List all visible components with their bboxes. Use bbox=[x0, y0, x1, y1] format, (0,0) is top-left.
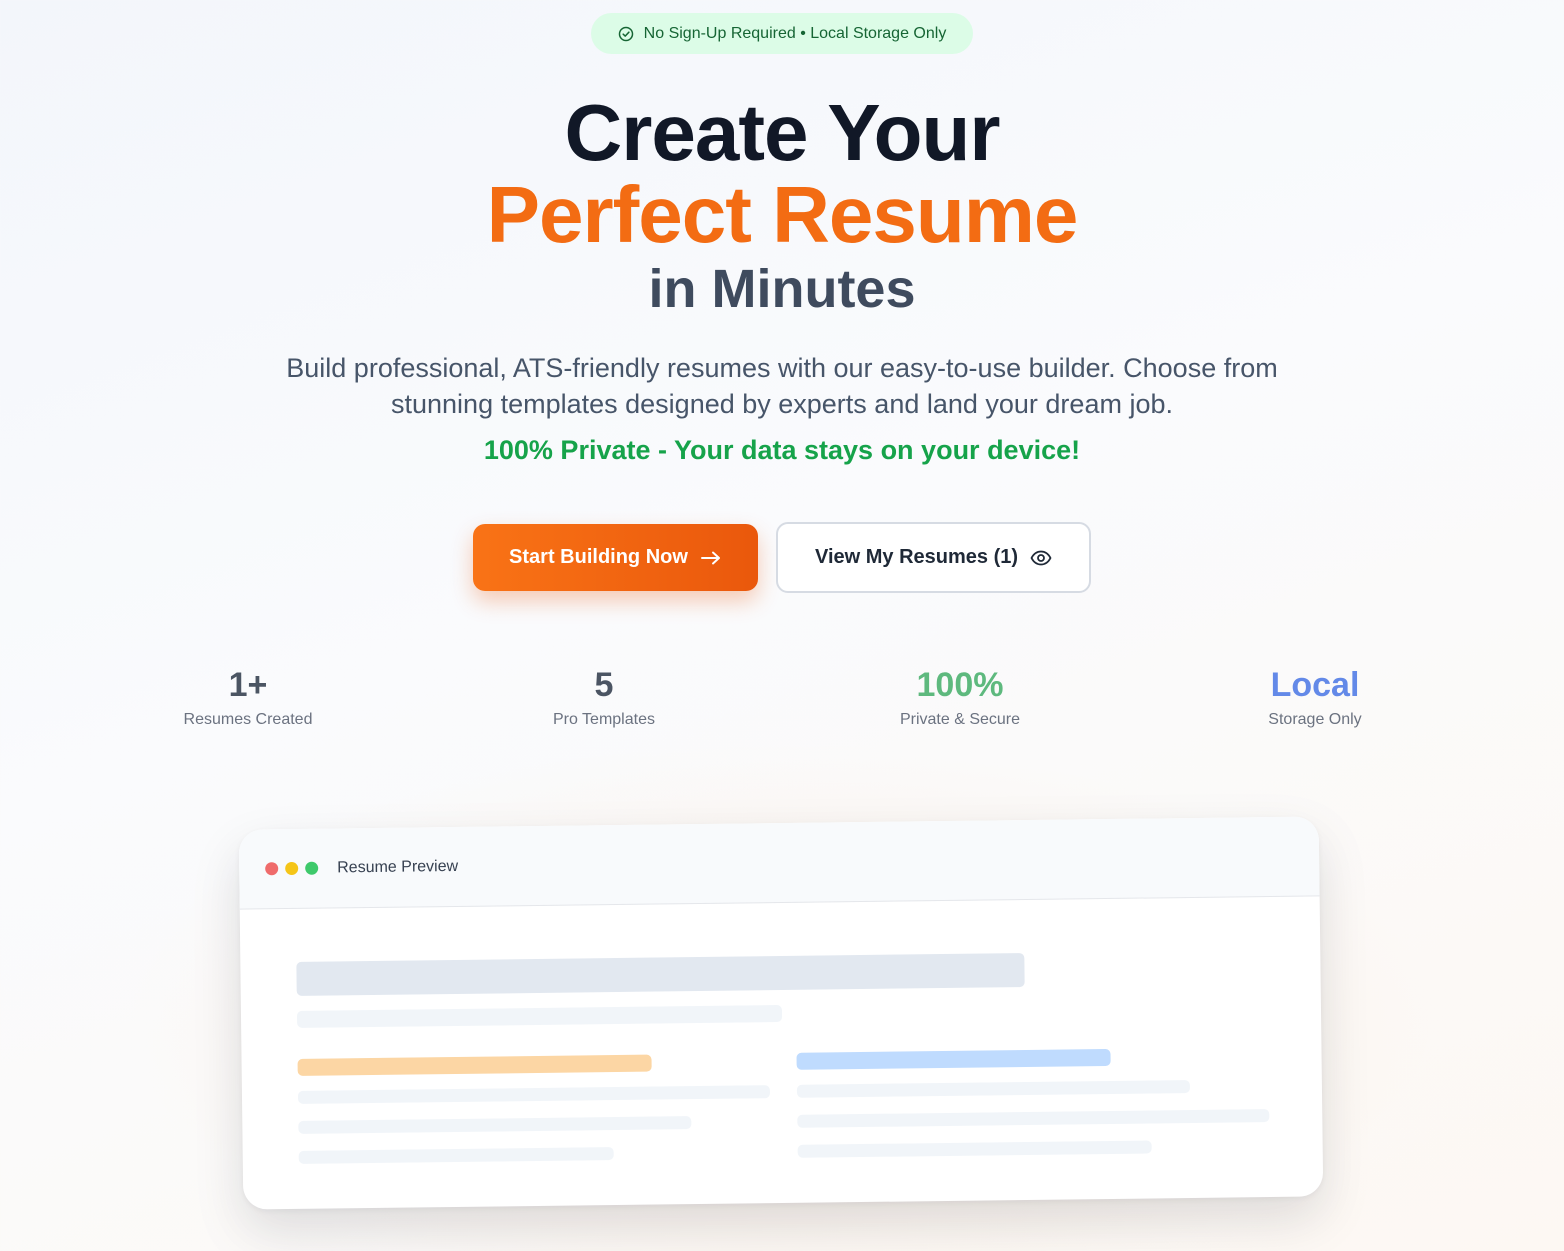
hero-title-line-2: Perfect Resume bbox=[486, 170, 1079, 259]
skeleton-line bbox=[297, 1085, 771, 1104]
preview-title: Resume Preview bbox=[337, 857, 459, 876]
preview-titlebar: Resume Preview bbox=[238, 816, 1320, 910]
privacy-note: 100% Private - Your data stays on your d… bbox=[483, 435, 1081, 465]
stat-local-storage: Local Storage Only bbox=[1165, 665, 1465, 729]
stat-resumes-created: 1+ Resumes Created bbox=[98, 665, 398, 729]
skeleton-section-heading-right bbox=[796, 1048, 1111, 1070]
skeleton-subtitle-bar bbox=[296, 1004, 783, 1028]
resume-preview-window: Resume Preview bbox=[238, 816, 1324, 1210]
stat-value: 100% bbox=[916, 666, 1004, 704]
skeleton-line bbox=[797, 1140, 1152, 1158]
skeleton-line bbox=[298, 1116, 692, 1134]
stat-label: Pro Templates bbox=[553, 711, 655, 728]
hero-subtitle: Build professional, ATS-friendly resumes… bbox=[286, 353, 1278, 419]
maximize-dot-icon bbox=[305, 861, 319, 875]
hero-title-line-1: Create Your bbox=[564, 88, 1000, 177]
stat-label: Private & Secure bbox=[899, 711, 1021, 728]
stat-value: 5 bbox=[594, 666, 614, 704]
stat-value: Local bbox=[1270, 666, 1360, 704]
skeleton-name-bar bbox=[296, 953, 1025, 996]
check-circle-icon bbox=[618, 26, 633, 41]
badge-text: No Sign-Up Required • Local Storage Only bbox=[643, 24, 947, 42]
start-building-button[interactable]: Start Building Now bbox=[473, 524, 758, 591]
hero-title-line-3: in Minutes bbox=[648, 259, 916, 319]
stat-value: 1+ bbox=[228, 666, 268, 704]
close-dot-icon bbox=[265, 862, 279, 876]
skeleton-line bbox=[797, 1109, 1270, 1128]
no-signup-badge: No Sign-Up Required • Local Storage Only bbox=[591, 13, 973, 54]
arrow-right-icon bbox=[700, 551, 720, 564]
stat-label: Resumes Created bbox=[183, 711, 313, 728]
skeleton-line bbox=[298, 1147, 614, 1164]
eye-icon bbox=[1030, 550, 1052, 565]
view-my-resumes-label: View My Resumes (1) bbox=[814, 546, 1019, 568]
stat-pro-templates: 5 Pro Templates bbox=[454, 665, 754, 729]
skeleton-section-heading-left bbox=[297, 1054, 652, 1076]
view-my-resumes-button[interactable]: View My Resumes (1) bbox=[776, 522, 1091, 593]
skeleton-line bbox=[796, 1080, 1191, 1098]
stat-private-secure: 100% Private & Secure bbox=[810, 665, 1110, 729]
minimize-dot-icon bbox=[285, 861, 299, 876]
start-building-label: Start Building Now bbox=[509, 546, 688, 568]
stat-label: Storage Only bbox=[1268, 711, 1362, 728]
